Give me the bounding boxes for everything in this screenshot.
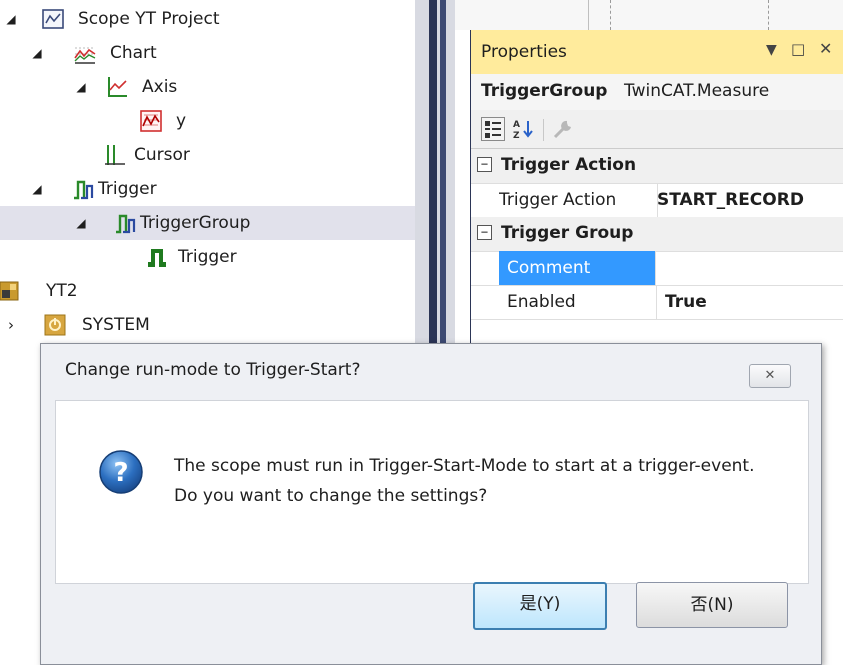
dialog-close-button[interactable]: ✕ — [749, 364, 791, 388]
trigger-group-icon — [116, 214, 136, 234]
property-name: Comment — [499, 251, 656, 285]
properties-title-bar: Properties ▼ □ ✕ — [471, 30, 843, 74]
tree-item-y[interactable]: y — [0, 104, 415, 138]
properties-title: Properties — [481, 42, 567, 62]
axis-icon — [108, 77, 127, 97]
tree-item-label: Axis — [142, 77, 178, 97]
no-button[interactable]: 否(N) — [636, 582, 788, 628]
tree-item-label: Cursor — [134, 145, 190, 165]
channel-icon — [140, 110, 162, 132]
window-splitter[interactable] — [415, 0, 455, 345]
tree-item-label: YT2 — [46, 281, 78, 301]
dialog-message: The scope must run in Trigger-Start-Mode… — [174, 456, 755, 506]
wrench-icon[interactable] — [551, 117, 575, 141]
property-value[interactable]: True — [665, 285, 707, 319]
dialog-title: Change run-mode to Trigger-Start? — [65, 360, 361, 380]
object-name: TriggerGroup — [481, 81, 608, 101]
tree-item-label: Chart — [110, 43, 157, 63]
svg-text:Z: Z — [513, 131, 520, 141]
collapse-arrow-icon[interactable]: ◢ — [30, 46, 44, 60]
tree-item-label: SYSTEM — [82, 315, 150, 335]
property-row-enabled[interactable]: Enabled True — [471, 285, 843, 320]
expand-arrow-icon[interactable]: › — [4, 318, 18, 333]
collapse-box-icon[interactable]: − — [477, 225, 492, 240]
collapse-arrow-icon[interactable]: ◢ — [30, 182, 44, 196]
tree-item-chart[interactable]: ◢ Chart — [0, 36, 415, 70]
properties-panel: Properties ▼ □ ✕ TriggerGroup TwinCAT.Me… — [470, 30, 843, 345]
dialog-title-bar: Change run-mode to Trigger-Start? ✕ — [41, 344, 821, 400]
close-icon: ✕ — [764, 368, 776, 383]
tree-item-label: Trigger — [98, 179, 157, 199]
tree-item-label: Scope YT Project — [78, 9, 220, 29]
property-value[interactable]: START_RECORD — [657, 183, 804, 217]
question-icon: ? — [99, 450, 143, 494]
tree-item-cursor[interactable]: Cursor — [0, 138, 415, 172]
tree-item-triggergroup[interactable]: ◢ TriggerGroup — [0, 206, 415, 240]
maximize-icon[interactable]: □ — [791, 40, 805, 58]
yes-button[interactable]: 是(Y) — [473, 582, 607, 630]
tree-item-axis[interactable]: ◢ Axis — [0, 70, 415, 104]
tree-item-yt2[interactable]: YT2 — [0, 274, 415, 308]
solution-tree: ◢ Scope YT Project ◢ Chart ◢ Axis y Curs… — [0, 0, 415, 345]
chart-area — [455, 0, 843, 30]
collapse-box-icon[interactable]: − — [477, 157, 492, 172]
yt2-icon — [0, 281, 19, 301]
tree-item-label: TriggerGroup — [140, 213, 251, 233]
object-selector[interactable]: TriggerGroup TwinCAT.Measure — [471, 74, 843, 111]
category-trigger-group[interactable]: − Trigger Group — [471, 217, 843, 252]
trigger-icon — [74, 180, 94, 200]
property-name: Trigger Action — [499, 183, 658, 217]
property-row-comment[interactable]: Comment — [471, 251, 843, 286]
tree-item-trigger-child[interactable]: Trigger — [0, 240, 415, 274]
tree-item-label: y — [176, 111, 187, 131]
system-icon — [44, 314, 66, 336]
collapse-arrow-icon[interactable]: ◢ — [74, 80, 88, 94]
object-type: TwinCAT.Measure — [624, 81, 770, 101]
dropdown-arrow-icon[interactable]: ▼ — [766, 42, 777, 58]
category-label: Trigger Action — [501, 155, 637, 175]
category-trigger-action[interactable]: − Trigger Action — [471, 149, 843, 184]
svg-text:?: ? — [113, 458, 128, 488]
tree-item-system[interactable]: › SYSTEM — [0, 308, 415, 342]
cursor-icon — [105, 145, 125, 165]
properties-toolbar: A Z — [471, 110, 843, 149]
sort-alphabetical-icon[interactable]: A Z — [511, 117, 535, 141]
property-name: Enabled — [499, 285, 657, 319]
trigger-item-icon — [148, 249, 166, 267]
collapse-arrow-icon[interactable]: ◢ — [74, 216, 88, 230]
categorized-icon[interactable] — [481, 117, 505, 141]
category-label: Trigger Group — [501, 223, 634, 243]
scope-project-icon — [42, 9, 64, 29]
chart-icon — [74, 47, 96, 64]
tree-item-label: Trigger — [178, 247, 237, 267]
tree-item-trigger[interactable]: ◢ Trigger — [0, 172, 415, 206]
svg-text:A: A — [513, 120, 520, 130]
collapse-arrow-icon[interactable]: ◢ — [4, 12, 18, 26]
tree-item-scope-yt-project[interactable]: ◢ Scope YT Project — [0, 2, 415, 36]
dialog-body: ? The scope must run in Trigger-Start-Mo… — [55, 400, 809, 584]
property-row-trigger-action[interactable]: Trigger Action START_RECORD — [471, 183, 843, 218]
close-icon[interactable]: ✕ — [819, 39, 832, 58]
